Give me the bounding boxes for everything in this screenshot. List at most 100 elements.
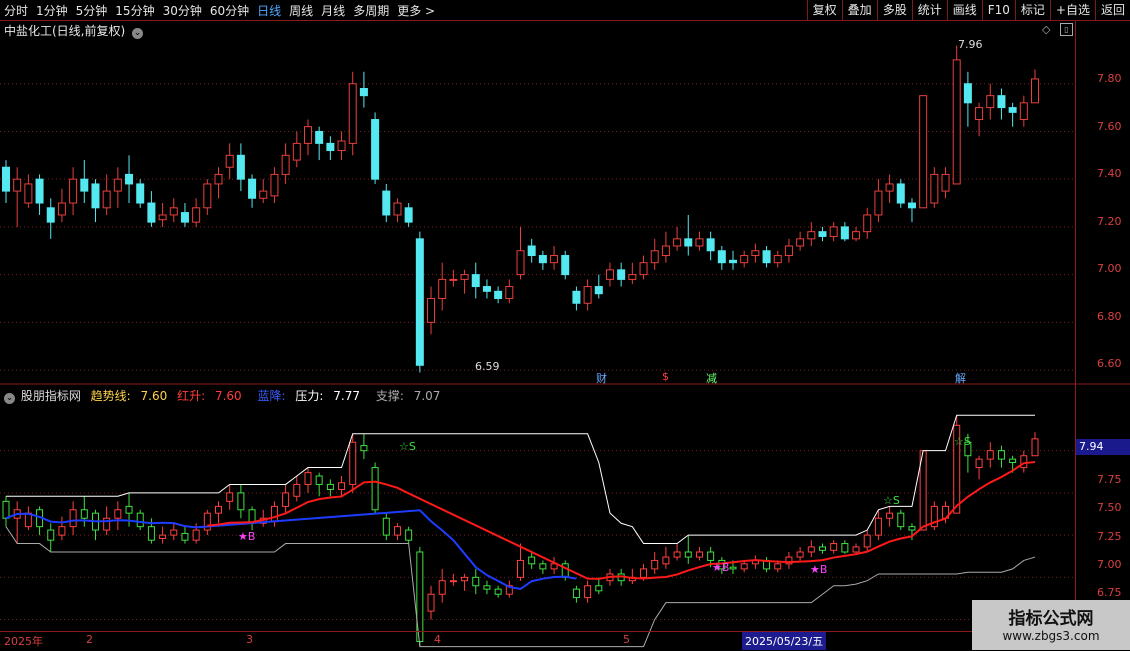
indicator-tick: 6.75 [1097, 586, 1122, 599]
indicator-candle-body [382, 517, 390, 536]
candle-body [147, 202, 156, 223]
watermark-title: 指标公式网 [1008, 609, 1094, 629]
candle-body [113, 178, 122, 192]
indicator-candle-body [393, 526, 401, 536]
indicator-candle-body [841, 543, 849, 553]
candle-body [348, 83, 357, 144]
indicator-candle-body [270, 505, 278, 523]
indicator-candle-body [528, 556, 536, 565]
indicator-tick: 7.75 [1097, 473, 1122, 486]
candle-body [807, 231, 816, 240]
rise-label: 红升: [177, 389, 206, 403]
indicator-candle-body [707, 551, 715, 561]
candle-body [963, 83, 972, 104]
indicator-candle-body [517, 559, 524, 578]
indicator-candle-body [1009, 458, 1017, 463]
candle-body [628, 274, 637, 280]
indicator-candle-body [483, 585, 491, 590]
date-axis: 2025年 2 3 4 5 2025/05/23/五 [0, 631, 1130, 651]
sell-signal: ☆S [399, 440, 416, 453]
candle-body [169, 207, 178, 216]
press-label: 压力: [295, 389, 324, 403]
finance-marker[interactable]: 财 [596, 370, 607, 386]
candle-body [583, 286, 592, 304]
candle-body [751, 250, 760, 257]
indicator-candle-body [975, 458, 983, 469]
candle-body [180, 212, 189, 223]
diamond-icon[interactable]: ◇ [1042, 23, 1050, 36]
date-tick: 2025年 [4, 635, 43, 648]
indicator-candle-body [69, 509, 77, 528]
candle-body [852, 231, 861, 240]
indicator-candle-body [561, 563, 569, 578]
indicator-candle-body [2, 500, 10, 519]
indicator-candle-body [371, 467, 379, 511]
trend-label: 趋势线: [90, 389, 131, 403]
reduce-marker[interactable]: 减 [706, 370, 717, 386]
indicator-candle-body [360, 445, 368, 452]
candle-body [762, 250, 771, 264]
low-price-label: 6.59 [475, 360, 500, 373]
candle-body [80, 178, 89, 192]
candle-body [158, 214, 167, 221]
indicator-candle-body [997, 450, 1005, 460]
indicator-candle-body [572, 588, 580, 599]
indicator-candle-body [662, 556, 670, 565]
indicator-candle-body [170, 529, 178, 536]
candle-body [572, 290, 581, 304]
indicator-candle-body [125, 505, 133, 514]
indicator-candle-body [740, 563, 748, 570]
candle-body [214, 173, 223, 185]
indicator-candle-body [1020, 455, 1028, 469]
candle-body [281, 154, 290, 175]
candle-body [885, 183, 894, 192]
candle-body [874, 190, 883, 216]
candle-body [24, 183, 33, 204]
candle-body [35, 178, 44, 204]
indicator-candle-body [237, 492, 245, 511]
candle-body [919, 95, 928, 209]
price-tick: 7.00 [1097, 262, 1122, 275]
indicator-candle-body [293, 483, 301, 497]
buy-signal: ★B [238, 530, 256, 543]
candle-body [69, 178, 78, 204]
window-toggle-icon[interactable]: ▯ [1060, 23, 1073, 36]
candle-body [382, 190, 391, 216]
indicator-candle-body [304, 472, 312, 485]
candle-body [695, 238, 704, 247]
dividend-marker[interactable]: $ [662, 370, 669, 383]
candle-body [594, 286, 603, 295]
candle-body [136, 183, 145, 204]
indicator-candle-body [908, 526, 916, 531]
unlock-marker[interactable]: 解 [955, 370, 966, 386]
candle-body [203, 183, 212, 209]
indicator-candle-body [80, 509, 88, 519]
price-tick: 7.20 [1097, 215, 1122, 228]
indicator-candle-body [595, 585, 603, 592]
candle-body [259, 190, 268, 199]
indicator-name[interactable]: 股朋指标网 [21, 389, 81, 403]
candle-body [449, 278, 458, 281]
candle-body [941, 173, 950, 192]
indicator-candle-body [159, 534, 167, 539]
candle-body [930, 173, 939, 204]
indicator-candle-body [651, 559, 659, 570]
candle-body [818, 231, 827, 237]
kline-chart[interactable] [0, 0, 1130, 650]
settings-gear-icon[interactable]: ⌄ [4, 393, 15, 404]
watermark: 指标公式网 www.zbgs3.com [972, 600, 1130, 650]
price-tick: 6.60 [1097, 357, 1122, 370]
sell-signal: ☆S [883, 494, 900, 507]
candle-body [650, 250, 659, 264]
date-tick: 2 [86, 633, 93, 646]
indicator-candle-body [986, 450, 994, 460]
trend-value: 7.60 [140, 389, 168, 403]
indicator-candle-body [461, 576, 469, 582]
indicator-candle-body [863, 534, 871, 548]
candle-body [494, 290, 503, 299]
high-price-label: 7.96 [958, 38, 983, 51]
candle-body [2, 166, 10, 192]
candle-body [404, 207, 413, 223]
indicator-candle-body [282, 492, 290, 507]
candle-body [784, 245, 793, 257]
